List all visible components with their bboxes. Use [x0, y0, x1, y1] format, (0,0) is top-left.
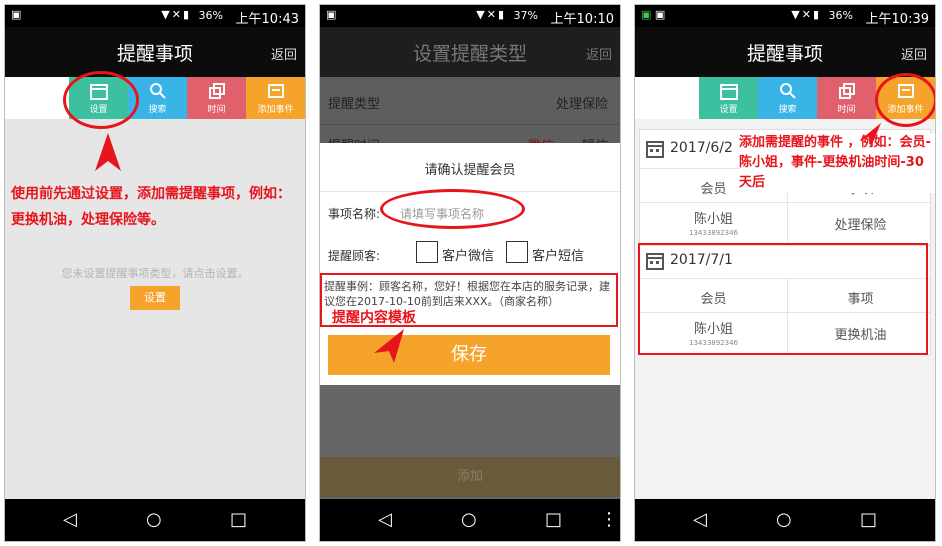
tab-time-label: 时间 — [207, 105, 226, 115]
bg-row-type: 提醒类型 处理保险 — [320, 77, 620, 125]
add-event-icon — [267, 84, 284, 98]
back-button[interactable]: 返回 — [586, 44, 612, 63]
annotation-arrow — [374, 329, 404, 363]
clock: 上午10:10 — [550, 12, 614, 27]
copy-icon — [208, 83, 225, 99]
image-notification-icon: ▣ — [326, 8, 337, 21]
bg-row-type-value: 处理保险 — [555, 97, 608, 112]
clock: 上午10:43 — [235, 12, 299, 27]
more-menu-icon[interactable]: ⋮ — [600, 509, 618, 530]
add-button[interactable]: 添加 — [320, 457, 620, 497]
phone-screen-2: ▣ ▼✕▮ 37% 上午10:10 设置提醒类型 返回 提醒类型 处理保险 提醒… — [319, 4, 621, 542]
save-button[interactable]: 保存 — [328, 335, 610, 375]
setup-button[interactable]: 设置 — [130, 286, 180, 310]
member-phone: 13433892346 — [689, 229, 738, 237]
sms-checkbox[interactable] — [506, 241, 528, 263]
bg-row-type-label: 提醒类型 — [328, 97, 381, 112]
tab-add-event-label: 添加事件 — [257, 105, 294, 115]
annotation-arrow — [95, 133, 121, 171]
wechat-checkbox[interactable] — [416, 241, 438, 263]
signal-icons: ▼✕▮ — [791, 8, 821, 21]
record-highlight-box — [638, 243, 928, 355]
tab-search[interactable]: 搜索 — [758, 77, 817, 119]
title-bar: 提醒事项 返回 — [635, 27, 935, 77]
battery-level: 37% — [513, 9, 538, 22]
tab-bar: 设置 搜索 时间 添加事件 — [5, 77, 305, 119]
recent-apps-icon[interactable]: □ — [230, 509, 247, 530]
page-title: 设置提醒类型 — [412, 43, 527, 65]
calendar-icon — [646, 141, 664, 158]
signal-icons: ▼✕▮ — [161, 8, 191, 21]
clock: 上午10:39 — [865, 12, 929, 27]
phone-screen-1: ▣ ▼✕▮ 36% 上午10:43 提醒事项 返回 设置 搜索 时间 添加事件 … — [4, 4, 306, 542]
input-highlight-ellipse — [380, 189, 525, 229]
status-bar: ▣ ▼✕▮ 37% 上午10:10 — [320, 5, 620, 27]
title-bar: 提醒事项 返回 — [5, 27, 305, 77]
back-nav-icon[interactable]: ◁ — [63, 509, 77, 530]
recent-apps-icon[interactable]: □ — [860, 509, 877, 530]
calendar-icon — [719, 84, 738, 100]
android-nav-bar: ◁ ○ □ ⋮ — [320, 499, 620, 541]
member-name: 陈小姐 — [693, 212, 733, 227]
tab-add-event[interactable]: 添加事件 — [246, 77, 305, 119]
tab-setup-label: 设置 — [719, 105, 738, 115]
android-nav-bar: ◁ ○ □ — [635, 499, 935, 541]
tab-time[interactable]: 时间 — [187, 77, 246, 119]
record-date: 2017/6/2 — [670, 140, 733, 156]
sms-label: 客户短信 — [532, 249, 585, 264]
template-annotation: 提醒内容模板 — [332, 310, 416, 326]
title-bar: 设置提醒类型 返回 — [320, 27, 620, 77]
app-notification-icon: ▣ ▣ — [641, 8, 666, 21]
status-bar: ▣ ▣ ▼✕▮ 36% 上午10:39 — [635, 5, 935, 27]
highlight-ellipse — [63, 71, 139, 129]
page-title: 提醒事项 — [116, 43, 193, 65]
annotation-text: 添加需提醒的事件 ，例如：会员-陈小姐，事件-更换机油时间-30天后 — [739, 133, 935, 193]
annotation-arrow — [859, 123, 881, 147]
tab-setup[interactable]: 设置 — [699, 77, 758, 119]
item-cell: 处理保险 — [834, 218, 887, 233]
annotation-text: 使用前先通过设置，添加需提醒事项，例如：更换机油，处理保险等。 — [11, 186, 291, 228]
tab-time[interactable]: 时间 — [817, 77, 876, 119]
wechat-label: 客户微信 — [442, 249, 495, 264]
back-nav-icon[interactable]: ◁ — [378, 509, 392, 530]
copy-icon — [838, 83, 855, 99]
tab-search-label: 搜索 — [148, 105, 167, 115]
dialog-title: 请确认提醒会员 — [424, 163, 516, 178]
back-button[interactable]: 返回 — [901, 44, 927, 63]
row-divider — [640, 202, 930, 203]
member-cell: 陈小姐 13433892346 — [640, 208, 787, 237]
search-icon — [779, 83, 796, 99]
customer-label: 提醒顾客: — [328, 249, 381, 263]
page-title: 提醒事项 — [746, 43, 823, 65]
home-nav-icon[interactable]: ○ — [776, 509, 792, 530]
battery-level: 36% — [198, 9, 223, 22]
signal-icons: ▼✕▮ — [476, 8, 506, 21]
status-bar: ▣ ▼✕▮ 36% 上午10:43 — [5, 5, 305, 27]
android-nav-bar: ◁ ○ □ — [5, 499, 305, 541]
home-nav-icon[interactable]: ○ — [146, 509, 162, 530]
search-icon — [149, 83, 166, 99]
battery-level: 36% — [828, 9, 853, 22]
confirm-dialog: 请确认提醒会员 事项名称: 请填写事项名称 提醒顾客: 客户微信 客户短信 提醒… — [320, 143, 620, 385]
tab-search-label: 搜索 — [778, 105, 797, 115]
image-notification-icon: ▣ — [11, 8, 22, 21]
highlight-ellipse — [875, 73, 935, 127]
tab-time-label: 时间 — [837, 105, 856, 115]
recent-apps-icon[interactable]: □ — [545, 509, 562, 530]
empty-hint: 您未设置提醒事项类型，请点击设置。 — [61, 267, 249, 280]
back-nav-icon[interactable]: ◁ — [693, 509, 707, 530]
name-label: 事项名称: — [328, 207, 381, 221]
phone-screen-3: ▣ ▣ ▼✕▮ 36% 上午10:39 提醒事项 返回 设置 搜索 时间 添加事… — [634, 4, 936, 542]
home-nav-icon[interactable]: ○ — [461, 509, 477, 530]
back-button[interactable]: 返回 — [271, 44, 297, 63]
